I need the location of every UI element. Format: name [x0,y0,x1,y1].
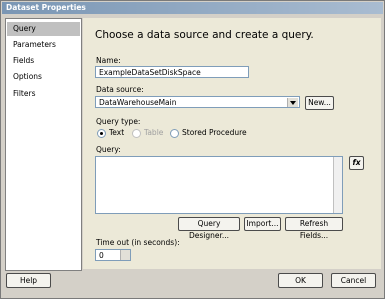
radio-text-label: Text [109,128,125,137]
page-heading: Choose a data source and create a query. [95,29,314,41]
spinner-arrows-icon[interactable] [120,250,130,260]
query-panel: Choose a data source and create a query.… [83,18,381,269]
sidebar-item-fields[interactable]: Fields [7,54,80,68]
datasource-select[interactable]: DataWarehouseMain [95,96,300,108]
import-button[interactable]: Import... [244,217,281,231]
help-button[interactable]: Help [6,273,51,288]
dataset-properties-dialog: Dataset Properties Query Parameters Fiel… [0,0,385,299]
querytype-label: Query type: [96,117,141,126]
expression-button[interactable]: fx [349,156,364,170]
query-textarea[interactable] [95,156,343,214]
new-datasource-button[interactable]: New... [305,96,334,110]
timeout-label: Time out (in seconds): [96,238,180,247]
ok-button[interactable]: OK [278,273,323,288]
radio-stored-procedure-label: Stored Procedure [182,128,247,137]
sidebar-item-parameters[interactable]: Parameters [7,38,80,52]
query-label: Query: [96,145,121,154]
name-label: Name: [96,56,121,65]
sidebar: Query Parameters Fields Options Filters [5,18,82,271]
querytype-radio-group: Text Table Stored Procedure [97,128,297,139]
radio-table [132,129,141,138]
query-scrollbar[interactable] [333,157,342,213]
dialog-footer: Help OK Cancel [1,273,384,298]
timeout-value: 0 [99,251,104,260]
timeout-spinner[interactable]: 0 [95,249,131,261]
radio-table-label: Table [144,128,164,137]
datasource-value: DataWarehouseMain [99,98,177,107]
sidebar-item-filters[interactable]: Filters [7,87,80,101]
cancel-button[interactable]: Cancel [331,273,376,288]
window-title: Dataset Properties [6,3,86,12]
datasource-label: Data source: [96,85,144,94]
name-input[interactable]: ExampleDataSetDiskSpace [95,66,249,78]
radio-stored-procedure[interactable] [170,129,179,138]
chevron-down-icon[interactable] [287,98,298,107]
sidebar-item-options[interactable]: Options [7,70,80,84]
query-designer-button[interactable]: Query Designer... [178,217,240,240]
sidebar-item-query[interactable]: Query [7,22,80,36]
radio-text[interactable] [97,129,106,138]
title-bar: Dataset Properties [2,2,383,14]
refresh-fields-button[interactable]: Refresh Fields... [285,217,343,240]
